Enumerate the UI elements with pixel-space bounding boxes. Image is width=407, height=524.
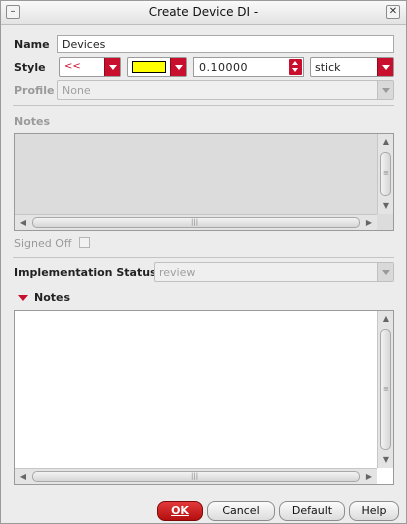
signed-off-checkbox[interactable] <box>79 237 90 248</box>
profile-dropdown[interactable]: None <box>57 80 394 100</box>
chevron-down-icon <box>377 263 393 281</box>
horizontal-scrollbar[interactable]: ◀ ||| ▶ <box>15 468 377 484</box>
horizontal-scrollbar[interactable]: ◀ ||| ▶ <box>15 214 377 230</box>
title-bar[interactable]: – Create Device DI - ✕ <box>1 1 406 25</box>
spin-arrows-icon[interactable] <box>289 59 302 75</box>
style-label: Style <box>14 61 46 74</box>
default-button[interactable]: Default <box>279 501 345 521</box>
default-label: Default <box>291 504 333 517</box>
window-title: Create Device DI - <box>148 5 259 19</box>
dialog-window: – Create Device DI - ✕ Name Devices Styl… <box>0 0 407 524</box>
line-type-value: stick <box>315 61 341 74</box>
vertical-scrollbar[interactable]: ▲ ≡ ▼ <box>377 134 393 214</box>
profile-label: Profile <box>14 84 55 97</box>
name-label: Name <box>14 38 50 51</box>
chevron-down-icon <box>104 58 120 76</box>
scroll-thumb[interactable]: ≡ <box>380 329 391 450</box>
scroll-up-icon[interactable]: ▲ <box>379 135 393 149</box>
help-label: Help <box>361 504 387 517</box>
scroll-left-icon[interactable]: ◀ <box>16 216 30 230</box>
close-icon[interactable]: ✕ <box>386 5 400 19</box>
chevron-down-icon <box>170 58 186 76</box>
help-button[interactable]: Help <box>349 501 399 521</box>
notes-section-label: Notes <box>34 291 71 304</box>
signed-off-label: Signed Off <box>14 237 72 250</box>
notes-textarea[interactable]: ▲ ≡ ▼ ◀ ||| ▶ <box>14 310 394 485</box>
scroll-down-icon[interactable]: ▼ <box>379 453 393 467</box>
width-value: 0.10000 <box>199 61 248 74</box>
implementation-status-dropdown[interactable]: review <box>154 262 394 282</box>
profile-value: None <box>62 84 91 97</box>
cancel-label: Cancel <box>222 504 260 517</box>
notes-label: Notes <box>14 115 51 128</box>
expand-triangle-icon <box>18 295 28 301</box>
scroll-up-icon[interactable]: ▲ <box>379 312 393 326</box>
chevron-down-icon <box>377 58 393 76</box>
fill-color-dropdown[interactable] <box>127 57 187 77</box>
line-style-dropdown[interactable]: << <box>59 57 121 77</box>
implementation-status-label: Implementation Status <box>14 266 157 279</box>
scroll-thumb[interactable]: ||| <box>32 217 360 228</box>
scroll-left-icon[interactable]: ◀ <box>16 470 30 484</box>
width-spinbox[interactable]: 0.10000 <box>193 57 304 77</box>
fill-color-swatch <box>132 61 166 73</box>
vertical-scrollbar[interactable]: ▲ ≡ ▼ <box>377 311 393 468</box>
scroll-right-icon[interactable]: ▶ <box>362 470 376 484</box>
chevron-down-icon <box>377 81 393 99</box>
notes-textarea-disabled: ▲ ≡ ▼ ◀ ||| ▶ <box>14 133 394 231</box>
ok-button[interactable]: OK <box>157 501 203 521</box>
ok-label: OK <box>171 504 189 517</box>
scroll-right-icon[interactable]: ▶ <box>362 216 376 230</box>
cancel-button[interactable]: Cancel <box>207 501 275 521</box>
divider <box>13 257 394 258</box>
implementation-status-value: review <box>159 266 196 279</box>
line-type-dropdown[interactable]: stick <box>310 57 394 77</box>
scroll-thumb[interactable]: ≡ <box>380 152 391 196</box>
divider <box>13 105 394 106</box>
line-style-glyph: << <box>64 61 81 72</box>
scroll-thumb[interactable]: ||| <box>32 471 360 482</box>
scroll-down-icon[interactable]: ▼ <box>379 199 393 213</box>
name-input[interactable]: Devices <box>57 35 394 53</box>
